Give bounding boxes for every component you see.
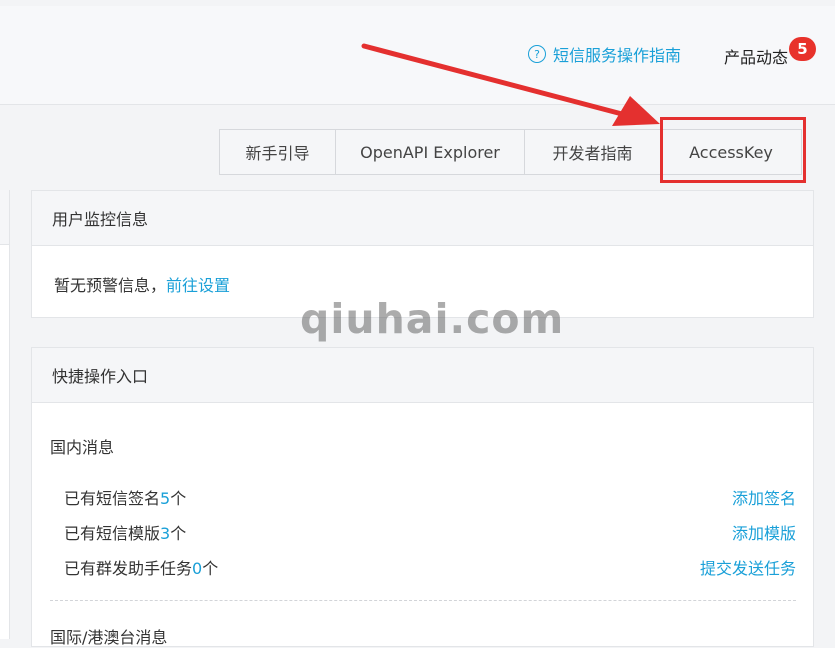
signature-row: 已有短信签名5个 添加签名 bbox=[64, 485, 796, 509]
question-circle-icon: ? bbox=[528, 45, 546, 63]
row-unit: 个 bbox=[170, 524, 187, 543]
product-news-link[interactable]: 产品动态 bbox=[724, 44, 788, 68]
quick-actions-title: 快捷操作入口 bbox=[32, 348, 813, 403]
row-label: 已有短信模版 bbox=[64, 524, 161, 543]
template-row: 已有短信模版3个 添加模版 bbox=[64, 520, 796, 544]
row-label: 已有群发助手任务 bbox=[64, 559, 193, 578]
sms-guide-link[interactable]: ? 短信服务操作指南 bbox=[528, 42, 681, 66]
submit-send-task-link[interactable]: 提交发送任务 bbox=[700, 555, 796, 579]
left-panel bbox=[0, 190, 10, 639]
quick-link-button-group: 新手引导 OpenAPI Explorer 开发者指南 AccessKey bbox=[219, 129, 802, 175]
bulk-task-row: 已有群发助手任务0个 提交发送任务 bbox=[64, 555, 796, 579]
international-section-title: 国际/港澳台消息 bbox=[50, 628, 168, 647]
monitor-panel-title: 用户监控信息 bbox=[32, 191, 813, 246]
left-panel-header bbox=[0, 190, 10, 245]
quick-actions-panel: 快捷操作入口 国内消息 已有短信签名5个 添加签名 已有短信模版3个 添加模版 … bbox=[31, 347, 814, 647]
openapi-explorer-button[interactable]: OpenAPI Explorer bbox=[335, 129, 525, 175]
go-to-settings-link[interactable]: 前往设置 bbox=[166, 276, 230, 295]
developer-guide-button[interactable]: 开发者指南 bbox=[524, 129, 661, 175]
bulk-task-count: 0 bbox=[192, 559, 203, 578]
monitor-panel-body: 暂无预警信息，前往设置 bbox=[32, 246, 813, 296]
domestic-section-title: 国内消息 bbox=[50, 438, 115, 457]
add-signature-link[interactable]: 添加签名 bbox=[732, 485, 796, 509]
add-template-link[interactable]: 添加模版 bbox=[732, 520, 796, 544]
section-divider bbox=[50, 600, 796, 601]
accesskey-button[interactable]: AccessKey bbox=[660, 129, 802, 175]
news-count-badge: 5 bbox=[789, 37, 816, 61]
no-alert-message: 暂无预警信息， bbox=[54, 276, 167, 295]
row-unit: 个 bbox=[170, 489, 187, 508]
monitor-info-panel: 用户监控信息 暂无预警信息，前往设置 bbox=[31, 190, 814, 318]
row-unit: 个 bbox=[202, 559, 219, 578]
row-label: 已有短信签名 bbox=[64, 489, 161, 508]
signature-count: 5 bbox=[160, 489, 171, 508]
template-count: 3 bbox=[160, 524, 171, 543]
beginner-guide-button[interactable]: 新手引导 bbox=[219, 129, 336, 175]
top-header-bar: ? 短信服务操作指南 产品动态 5 bbox=[0, 6, 835, 105]
sms-guide-label: 短信服务操作指南 bbox=[553, 46, 682, 65]
